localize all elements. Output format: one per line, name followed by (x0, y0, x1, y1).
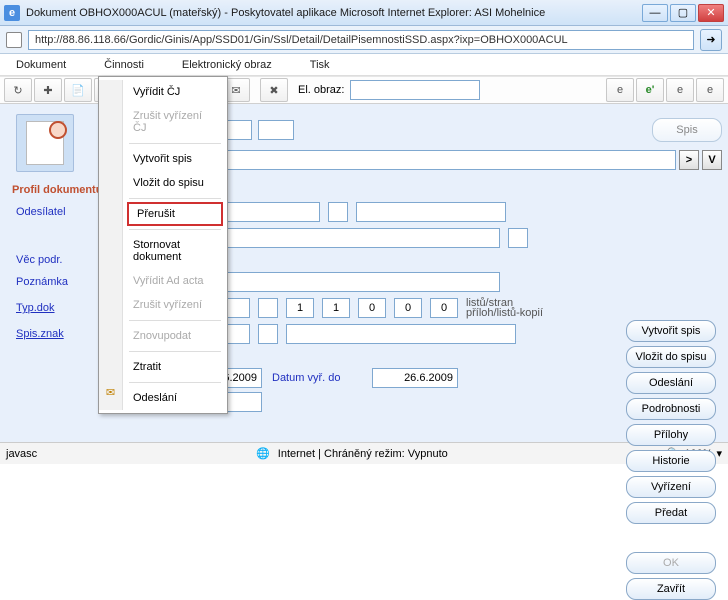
dd-vlozit-do-spisu[interactable]: Vložit do spisu (123, 171, 227, 195)
tb-e4-icon[interactable]: e (696, 78, 724, 102)
side-buttons: Vytvořit spis Vložit do spisu Odeslání P… (626, 320, 716, 600)
dd-prerusit[interactable]: Přerušit (127, 202, 223, 226)
dd-vyridit-ad-acta: Vyřídit Ad acta (123, 269, 227, 293)
listu-line2: příloh/listů-kopií (466, 308, 543, 318)
odeslani-icon: ✉ (99, 380, 122, 405)
titlebar: e Dokument OBHOX000ACUL (mateřský) - Pos… (0, 0, 728, 26)
dd-vytvorit-spis[interactable]: Vytvořit spis (123, 147, 227, 171)
spisznak-label[interactable]: Spis.znak (6, 328, 92, 340)
dd-zrusit-vyrizeni-cj: Zrušit vyřízení ČJ (123, 104, 227, 140)
status-left: javasc (6, 448, 37, 460)
btn-vytvorit-spis[interactable]: Vytvořit spis (626, 320, 716, 342)
btn-ok[interactable]: OK (626, 552, 716, 574)
btn-prilohy[interactable]: Přílohy (626, 424, 716, 446)
tb-refresh-icon[interactable]: ↻ (4, 78, 32, 102)
num4[interactable] (394, 298, 422, 318)
statusbar: javasc 🌐 Internet | Chráněný režim: Vypn… (0, 442, 728, 464)
num2[interactable] (322, 298, 350, 318)
tb-e1-icon[interactable]: e (606, 78, 634, 102)
typdok-label[interactable]: Typ.dok (6, 302, 92, 314)
status-globe-icon: 🌐 (256, 447, 270, 460)
num1[interactable] (286, 298, 314, 318)
el-obraz-label: El. obraz: (298, 84, 344, 96)
vec-podr-label: Věc podr. (6, 254, 92, 266)
tb-e2-icon[interactable]: e' (636, 78, 664, 102)
btn-vlozit-do-spisu[interactable]: Vložit do spisu (626, 346, 716, 368)
odesilatel-sq1[interactable] (328, 202, 348, 222)
cj-after-field[interactable] (258, 120, 294, 140)
dd-ztratit[interactable]: Ztratit (123, 355, 227, 379)
minimize-button[interactable]: — (642, 4, 668, 22)
datum-vyr-label: Datum vyř. do (272, 372, 362, 384)
btn-zavrit[interactable]: Zavřít (626, 578, 716, 600)
datum-vyr-field[interactable] (372, 368, 458, 388)
close-button[interactable]: ✕ (698, 4, 724, 22)
typdok-sq[interactable] (258, 298, 278, 318)
dd-odeslani[interactable]: Odeslání (123, 386, 227, 410)
page-icon (6, 32, 22, 48)
document-icon (16, 114, 74, 172)
spisznak-field2[interactable] (286, 324, 516, 344)
dd-vyridit-cj[interactable]: Vyřídit ČJ (123, 80, 227, 104)
poznamka-label: Poznámka (6, 276, 92, 288)
window-title: Dokument OBHOX000ACUL (mateřský) - Posky… (26, 7, 642, 19)
menu-tisk[interactable]: Tisk (306, 56, 334, 74)
dd-stornovat[interactable]: Stornovat dokument (123, 233, 227, 269)
zoom-dropdown-icon[interactable]: ▾ (716, 447, 722, 460)
maximize-button[interactable]: ▢ (670, 4, 696, 22)
spis-button[interactable]: Spis (652, 118, 722, 142)
vec-sq[interactable] (508, 228, 528, 248)
btn-predat[interactable]: Předat (626, 502, 716, 524)
tb-new-icon[interactable]: ✚ (34, 78, 62, 102)
menu-dokument[interactable]: Dokument (12, 56, 70, 74)
btn-vyrizeni[interactable]: Vyřízení (626, 476, 716, 498)
odesilatel-field2[interactable] (356, 202, 506, 222)
cinnosti-dropdown: ✉ Vyřídit ČJ Zrušit vyřízení ČJ Vytvořit… (98, 76, 228, 414)
odesilatel-label: Odesílatel (6, 206, 92, 218)
btn-podrobnosti[interactable]: Podrobnosti (626, 398, 716, 420)
btn-historie[interactable]: Historie (626, 450, 716, 472)
gt-button[interactable]: > (679, 150, 699, 170)
tb-e3-icon[interactable]: e (666, 78, 694, 102)
tb-delete-icon[interactable]: ✖ (260, 78, 288, 102)
menu-cinnosti[interactable]: Činnosti (100, 56, 148, 74)
num3[interactable] (358, 298, 386, 318)
dd-znovupodat: Znovupodat (123, 324, 227, 348)
url-input[interactable] (28, 30, 694, 50)
tb-open-icon[interactable]: 📄 (64, 78, 92, 102)
spisznak-sq[interactable] (258, 324, 278, 344)
v-button[interactable]: V (702, 150, 722, 170)
ie-icon: e (4, 5, 20, 21)
address-bar: ➜ (0, 26, 728, 54)
btn-odeslani[interactable]: Odeslání (626, 372, 716, 394)
status-center: Internet | Chráněný režim: Vypnuto (278, 448, 448, 460)
dd-zrusit-vyrizeni: Zrušit vyřízení (123, 293, 227, 317)
menubar: Dokument Činnosti Elektronický obraz Tis… (0, 54, 728, 76)
num5[interactable] (430, 298, 458, 318)
go-button[interactable]: ➜ (700, 29, 722, 51)
menu-elektronicky[interactable]: Elektronický obraz (178, 56, 276, 74)
el-obraz-field[interactable] (350, 80, 480, 100)
